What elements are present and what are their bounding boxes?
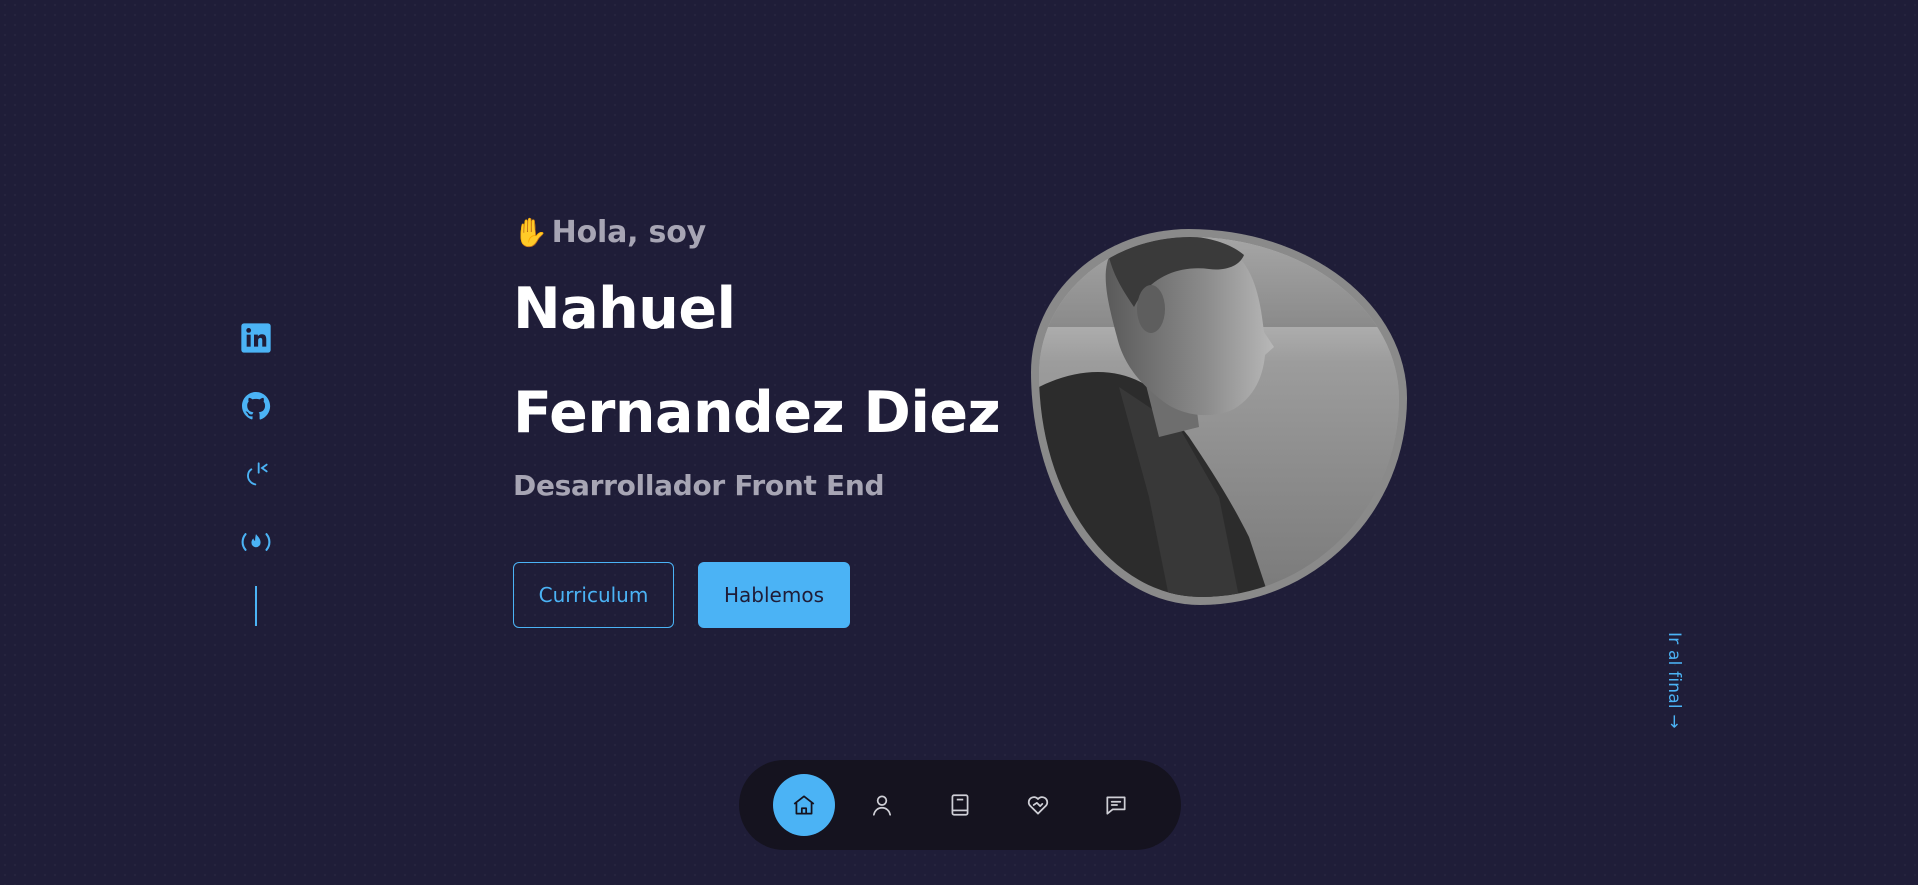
nav-experience[interactable] <box>929 774 991 836</box>
freecodecamp-link[interactable] <box>236 522 276 562</box>
job-title: Desarrollador Front End <box>513 469 885 502</box>
greeting: ✋ Hola, soy <box>513 210 1013 254</box>
github-icon <box>242 392 271 420</box>
profile-photo-image <box>1039 237 1399 597</box>
social-links <box>236 318 276 626</box>
bottom-navigation <box>739 760 1181 850</box>
greeting-text: Hola, soy <box>551 214 707 250</box>
home-icon <box>793 795 815 815</box>
hero-buttons: Curriculum Hablemos <box>513 562 850 628</box>
name-last: Fernandez Diez <box>513 380 1001 446</box>
wave-hand-icon: ✋ <box>513 215 548 249</box>
profile-photo <box>1031 229 1407 605</box>
portrait-illustration <box>1039 237 1399 597</box>
linkedin-link[interactable] <box>236 318 276 358</box>
handshake-heart-icon <box>1027 796 1049 815</box>
codewars-icon <box>247 462 268 486</box>
social-divider-line <box>255 586 257 626</box>
nav-contact[interactable] <box>1085 774 1147 836</box>
nav-home[interactable] <box>773 774 835 836</box>
codewars-link[interactable] <box>236 454 276 494</box>
curriculum-button[interactable]: Curriculum <box>513 562 674 628</box>
freecodecamp-icon <box>241 533 271 551</box>
nav-services[interactable] <box>1007 774 1069 836</box>
scroll-to-bottom-link[interactable]: Ir al final → <box>1664 632 1684 729</box>
nav-about[interactable] <box>851 774 913 836</box>
user-icon <box>873 795 891 816</box>
linkedin-icon <box>241 323 271 353</box>
contact-button[interactable]: Hablemos <box>698 562 850 628</box>
hero-section: ✋ Hola, soy Nahuel Fernandez Diez Desarr… <box>513 210 1013 628</box>
github-link[interactable] <box>236 386 276 426</box>
message-icon <box>1106 796 1126 815</box>
book-icon <box>951 794 969 816</box>
name-first: Nahuel <box>513 276 736 342</box>
